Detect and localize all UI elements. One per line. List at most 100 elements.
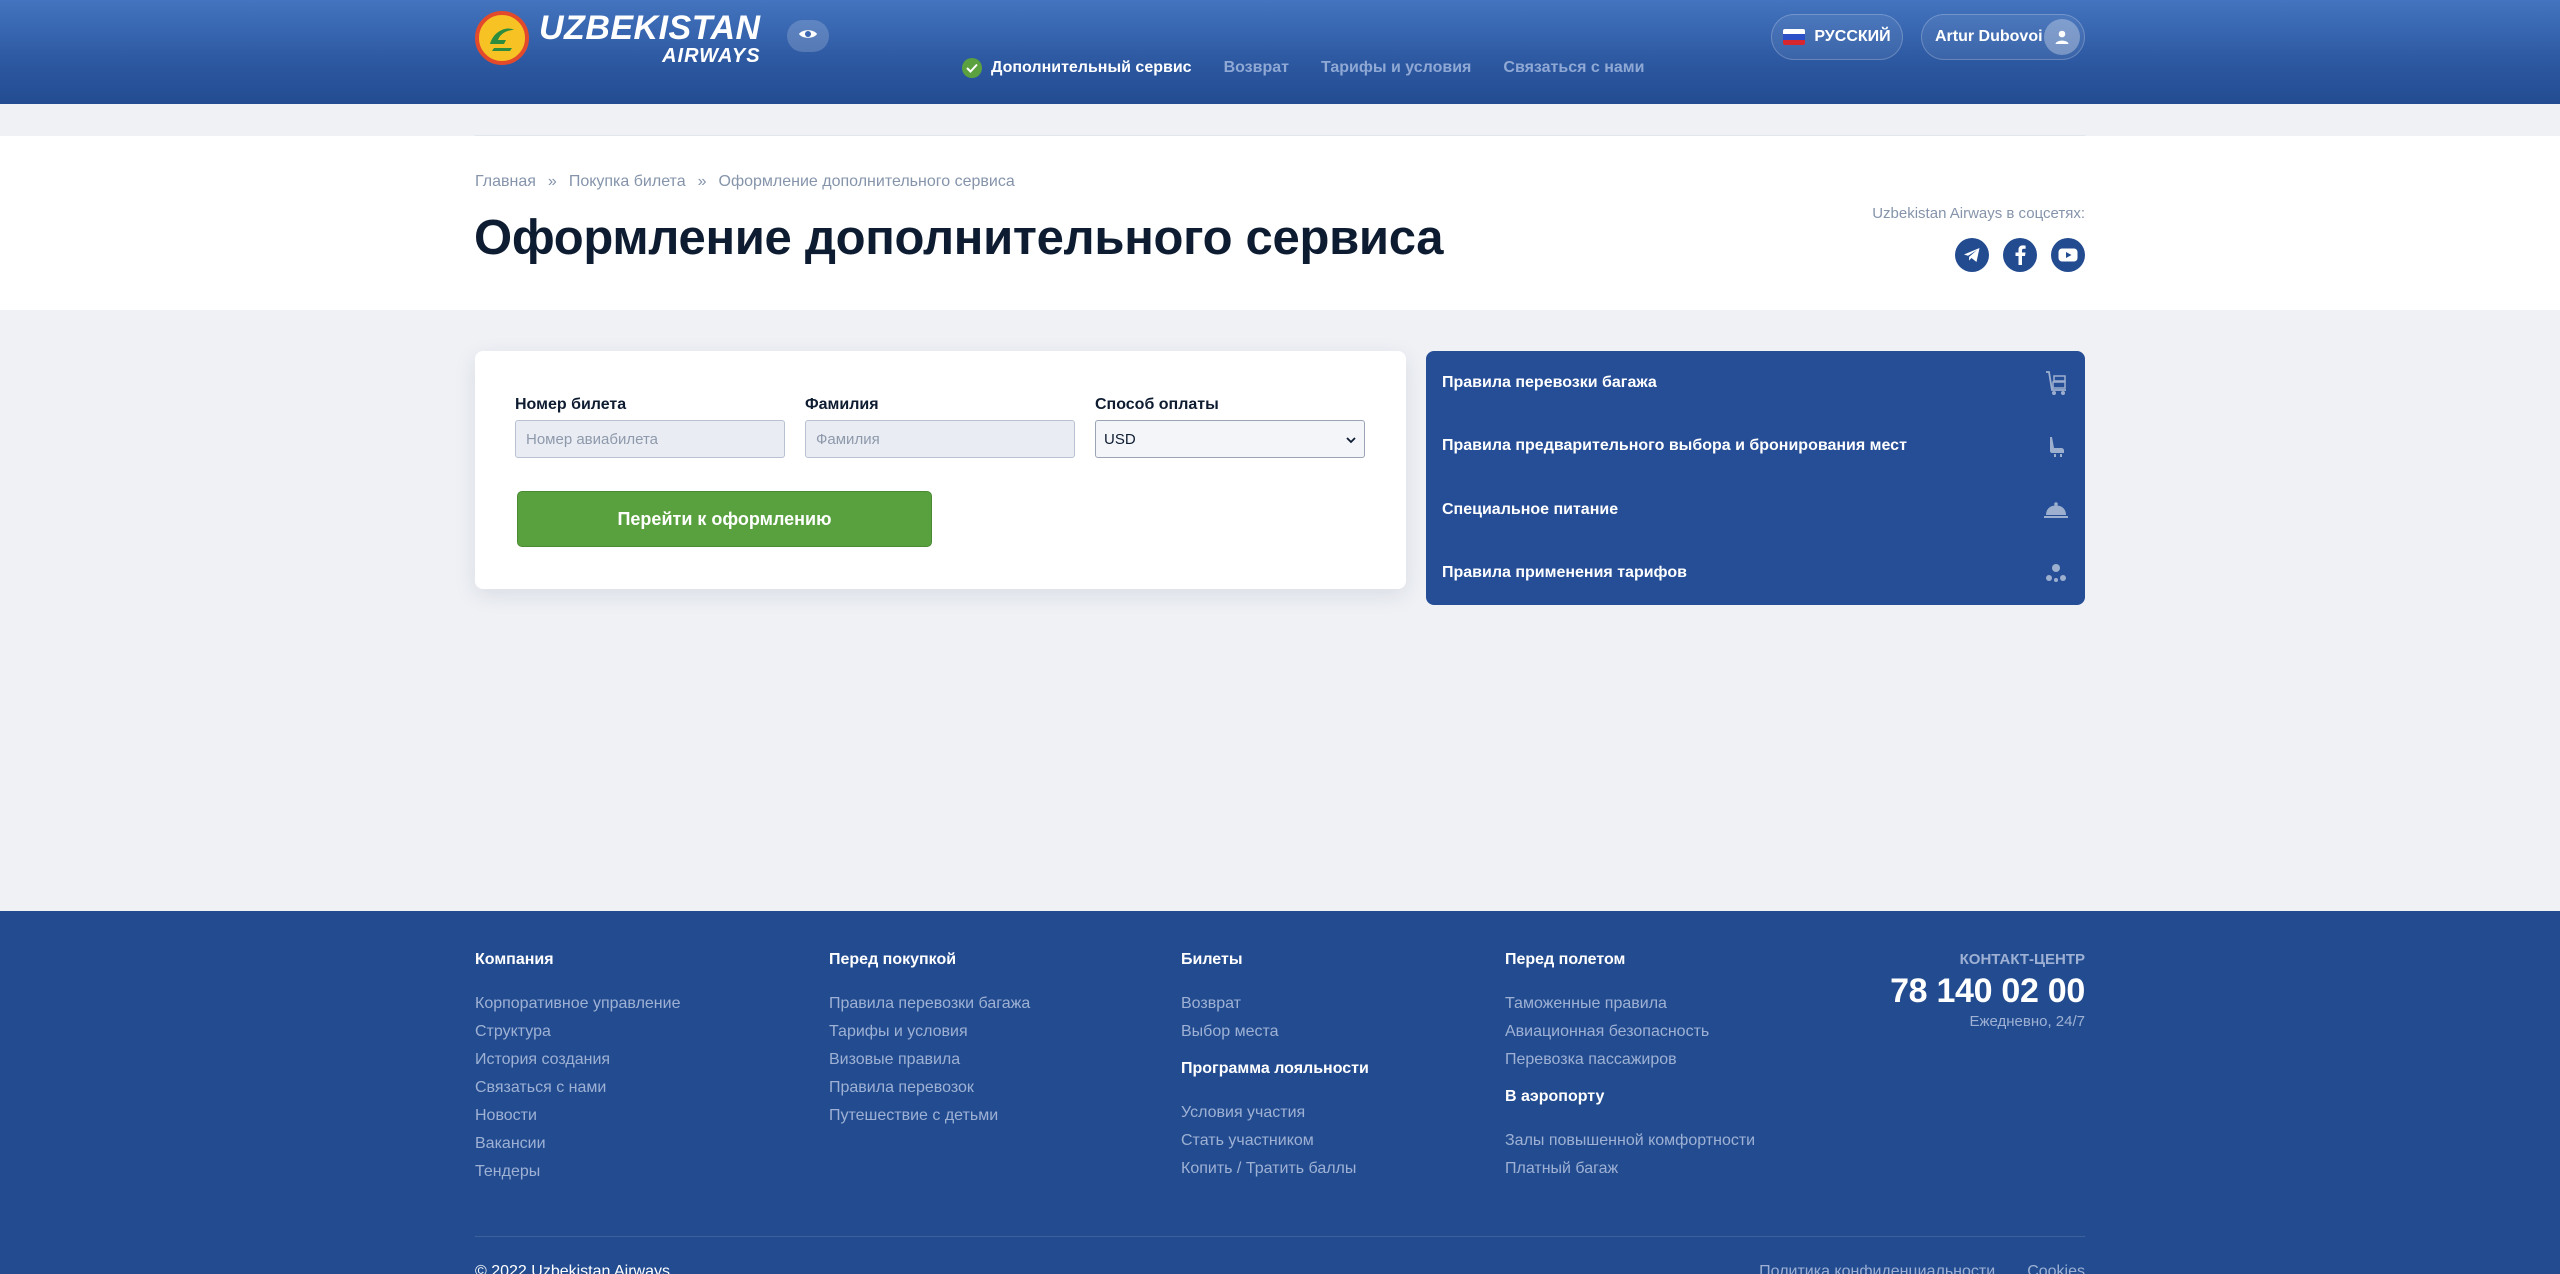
footer-link[interactable]: Платный багаж xyxy=(1505,1155,1755,1183)
rules-item-special-meals[interactable]: Специальное питание xyxy=(1426,478,2085,542)
ticket-number-field: Номер билета Номер авиабилета xyxy=(515,396,785,458)
logo-subtitle: AIRWAYS xyxy=(662,44,761,67)
footer-link[interactable]: Новости xyxy=(475,1102,680,1130)
footer-link[interactable]: Связаться с нами xyxy=(475,1074,680,1102)
luggage-cart-icon xyxy=(2043,370,2069,396)
footer-heading: Компания xyxy=(475,951,554,968)
cloche-icon xyxy=(2043,497,2069,523)
footer-legal-links: Политика конфиденциальности Cookies xyxy=(1727,1263,2085,1274)
proceed-button[interactable]: Перейти к оформлению xyxy=(517,491,932,547)
service-form-card: Номер билета Номер авиабилета Фамилия Фа… xyxy=(475,351,1406,589)
footer-heading: Программа лояльности xyxy=(1181,1060,1369,1077)
nav-item-fares[interactable]: Тарифы и условия xyxy=(1321,59,1471,77)
nav-item-label: Возврат xyxy=(1223,59,1289,76)
ticket-number-label: Номер билета xyxy=(515,396,627,413)
footer-link[interactable]: Тендеры xyxy=(475,1158,680,1186)
footer-link[interactable]: Структура xyxy=(475,1018,680,1046)
footer-link[interactable]: Копить / Тратить баллы xyxy=(1181,1155,1369,1183)
footer-link[interactable]: Вакансии xyxy=(475,1130,680,1158)
footer-link[interactable]: Возврат xyxy=(1181,990,1369,1018)
telegram-icon[interactable] xyxy=(1955,238,1989,272)
surname-label: Фамилия xyxy=(805,396,879,413)
social-label: Uzbekistan Airways в соцсетях: xyxy=(1872,205,2085,222)
seat-icon xyxy=(2043,433,2069,459)
rules-item-label: Правила применения тарифов xyxy=(1442,564,1687,582)
footer-link[interactable]: Перевозка пассажиров xyxy=(1505,1046,1755,1074)
footer-column-tickets: Билеты Возврат Выбор места Программа лоя… xyxy=(1181,951,1369,1183)
footer-link[interactable]: Тарифы и условия xyxy=(829,1018,1030,1046)
footer-link[interactable]: Залы повышенной комфортности xyxy=(1505,1127,1755,1155)
copyright: © 2022 Uzbekistan Airways xyxy=(475,1263,670,1274)
footer-link[interactable]: Корпоративное управление xyxy=(475,990,680,1018)
footer-column-company: Компания Корпоративное управление Структ… xyxy=(475,951,680,1186)
breadcrumb-current: Оформление дополнительного сервиса xyxy=(718,173,1015,190)
check-icon xyxy=(962,58,982,78)
footer-link[interactable]: Путешествие с детьми xyxy=(829,1102,1030,1130)
nav-item-label: Тарифы и условия xyxy=(1320,59,1472,76)
breadcrumb: Главная » Покупка билета » Оформление до… xyxy=(475,173,1027,191)
social-links xyxy=(1941,238,2085,272)
payment-method-select[interactable]: USD xyxy=(1095,420,1365,458)
language-label: РУССКИЙ xyxy=(1814,28,1891,45)
rules-item-label: Правила предварительного выбора и бронир… xyxy=(1442,437,1907,455)
rules-item-label: Специальное питание xyxy=(1442,500,1619,518)
page-title: Оформление дополнительного сервиса xyxy=(474,211,1444,265)
privacy-policy-link[interactable]: Политика конфиденциальности xyxy=(1759,1263,1995,1274)
eye-icon xyxy=(798,27,818,46)
footer-link[interactable]: Авиационная безопасность xyxy=(1505,1018,1755,1046)
nav-item-refund[interactable]: Возврат xyxy=(1224,59,1289,77)
footer-link[interactable]: Правила перевозки багажа xyxy=(829,990,1030,1018)
payment-method-label: Способ оплаты xyxy=(1095,396,1219,413)
breadcrumb-home[interactable]: Главная xyxy=(475,173,536,191)
contact-center: КОНТАКТ-ЦЕНТР 78 140 02 00 Ежедневно, 24… xyxy=(1890,951,2085,1030)
fare-rules-icon xyxy=(2043,560,2069,586)
logo-emblem-icon xyxy=(475,11,529,65)
footer-link[interactable]: Таможенные правила xyxy=(1505,990,1755,1018)
chevron-down-icon xyxy=(1346,431,1356,448)
rules-item-label: Правила перевозки багажа xyxy=(1442,373,1657,391)
language-switcher[interactable]: РУССКИЙ xyxy=(1771,14,1903,60)
footer-heading: Перед полетом xyxy=(1505,951,1626,968)
payment-method-value: USD xyxy=(1104,430,1136,448)
rules-item-baggage[interactable]: Правила перевозки багажа xyxy=(1426,351,2085,415)
airline-logo[interactable]: UZBEKISTAN AIRWAYS xyxy=(475,10,761,66)
footer-link[interactable]: Визовые правила xyxy=(829,1046,1030,1074)
russia-flag-icon xyxy=(1783,29,1806,45)
ticket-number-input[interactable]: Номер авиабилета xyxy=(515,420,785,458)
user-name: Artur Dubovoi xyxy=(1935,28,2043,45)
rules-item-fares[interactable]: Правила применения тарифов xyxy=(1426,542,2085,606)
facebook-icon[interactable] xyxy=(2003,238,2037,272)
accessibility-eye-button[interactable] xyxy=(787,20,829,52)
cookies-link[interactable]: Cookies xyxy=(2027,1263,2085,1274)
contact-hours: Ежедневно, 24/7 xyxy=(1969,1013,2085,1030)
footer-link[interactable]: Условия участия xyxy=(1181,1099,1369,1127)
breadcrumb-separator: » xyxy=(547,173,557,190)
footer-heading: Билеты xyxy=(1181,951,1243,968)
breadcrumb-separator: » xyxy=(697,173,707,190)
surname-input[interactable]: Фамилия xyxy=(805,420,1075,458)
footer-link[interactable]: Правила перевозок xyxy=(829,1074,1030,1102)
breadcrumb-ticket-purchase[interactable]: Покупка билета xyxy=(569,173,686,191)
contact-phone[interactable]: 78 140 02 00 xyxy=(1890,972,2085,1011)
nav-item-label: Связаться с нами xyxy=(1503,59,1645,76)
footer-link[interactable]: История создания xyxy=(475,1046,680,1074)
surname-field: Фамилия Фамилия xyxy=(805,396,1075,458)
nav-item-contact[interactable]: Связаться с нами xyxy=(1503,59,1644,77)
footer-link[interactable]: Стать участником xyxy=(1181,1127,1369,1155)
main-nav: Дополнительный сервис Возврат Тарифы и у… xyxy=(962,58,1676,78)
footer-divider xyxy=(475,1236,2085,1237)
footer-link[interactable]: Выбор места xyxy=(1181,1018,1369,1046)
rules-item-seats[interactable]: Правила предварительного выбора и бронир… xyxy=(1426,415,2085,479)
user-avatar-icon xyxy=(2044,19,2080,55)
site-footer: Компания Корпоративное управление Структ… xyxy=(0,911,2560,1274)
youtube-icon[interactable] xyxy=(2051,238,2085,272)
logo-title: UZBEKISTAN xyxy=(539,8,761,47)
contact-label: КОНТАКТ-ЦЕНТР xyxy=(1959,951,2085,968)
user-menu-button[interactable]: Artur Dubovoi xyxy=(1921,14,2085,60)
rules-panel: Правила перевозки багажа Правила предвар… xyxy=(1426,351,2085,605)
nav-item-additional-service[interactable]: Дополнительный сервис xyxy=(962,58,1192,78)
site-header: UZBEKISTAN AIRWAYS Дополнительный сервис… xyxy=(0,0,2560,104)
footer-heading: В аэропорту xyxy=(1505,1088,1605,1105)
footer-column-before-purchase: Перед покупкой Правила перевозки багажа … xyxy=(829,951,1030,1130)
divider xyxy=(475,135,2085,136)
